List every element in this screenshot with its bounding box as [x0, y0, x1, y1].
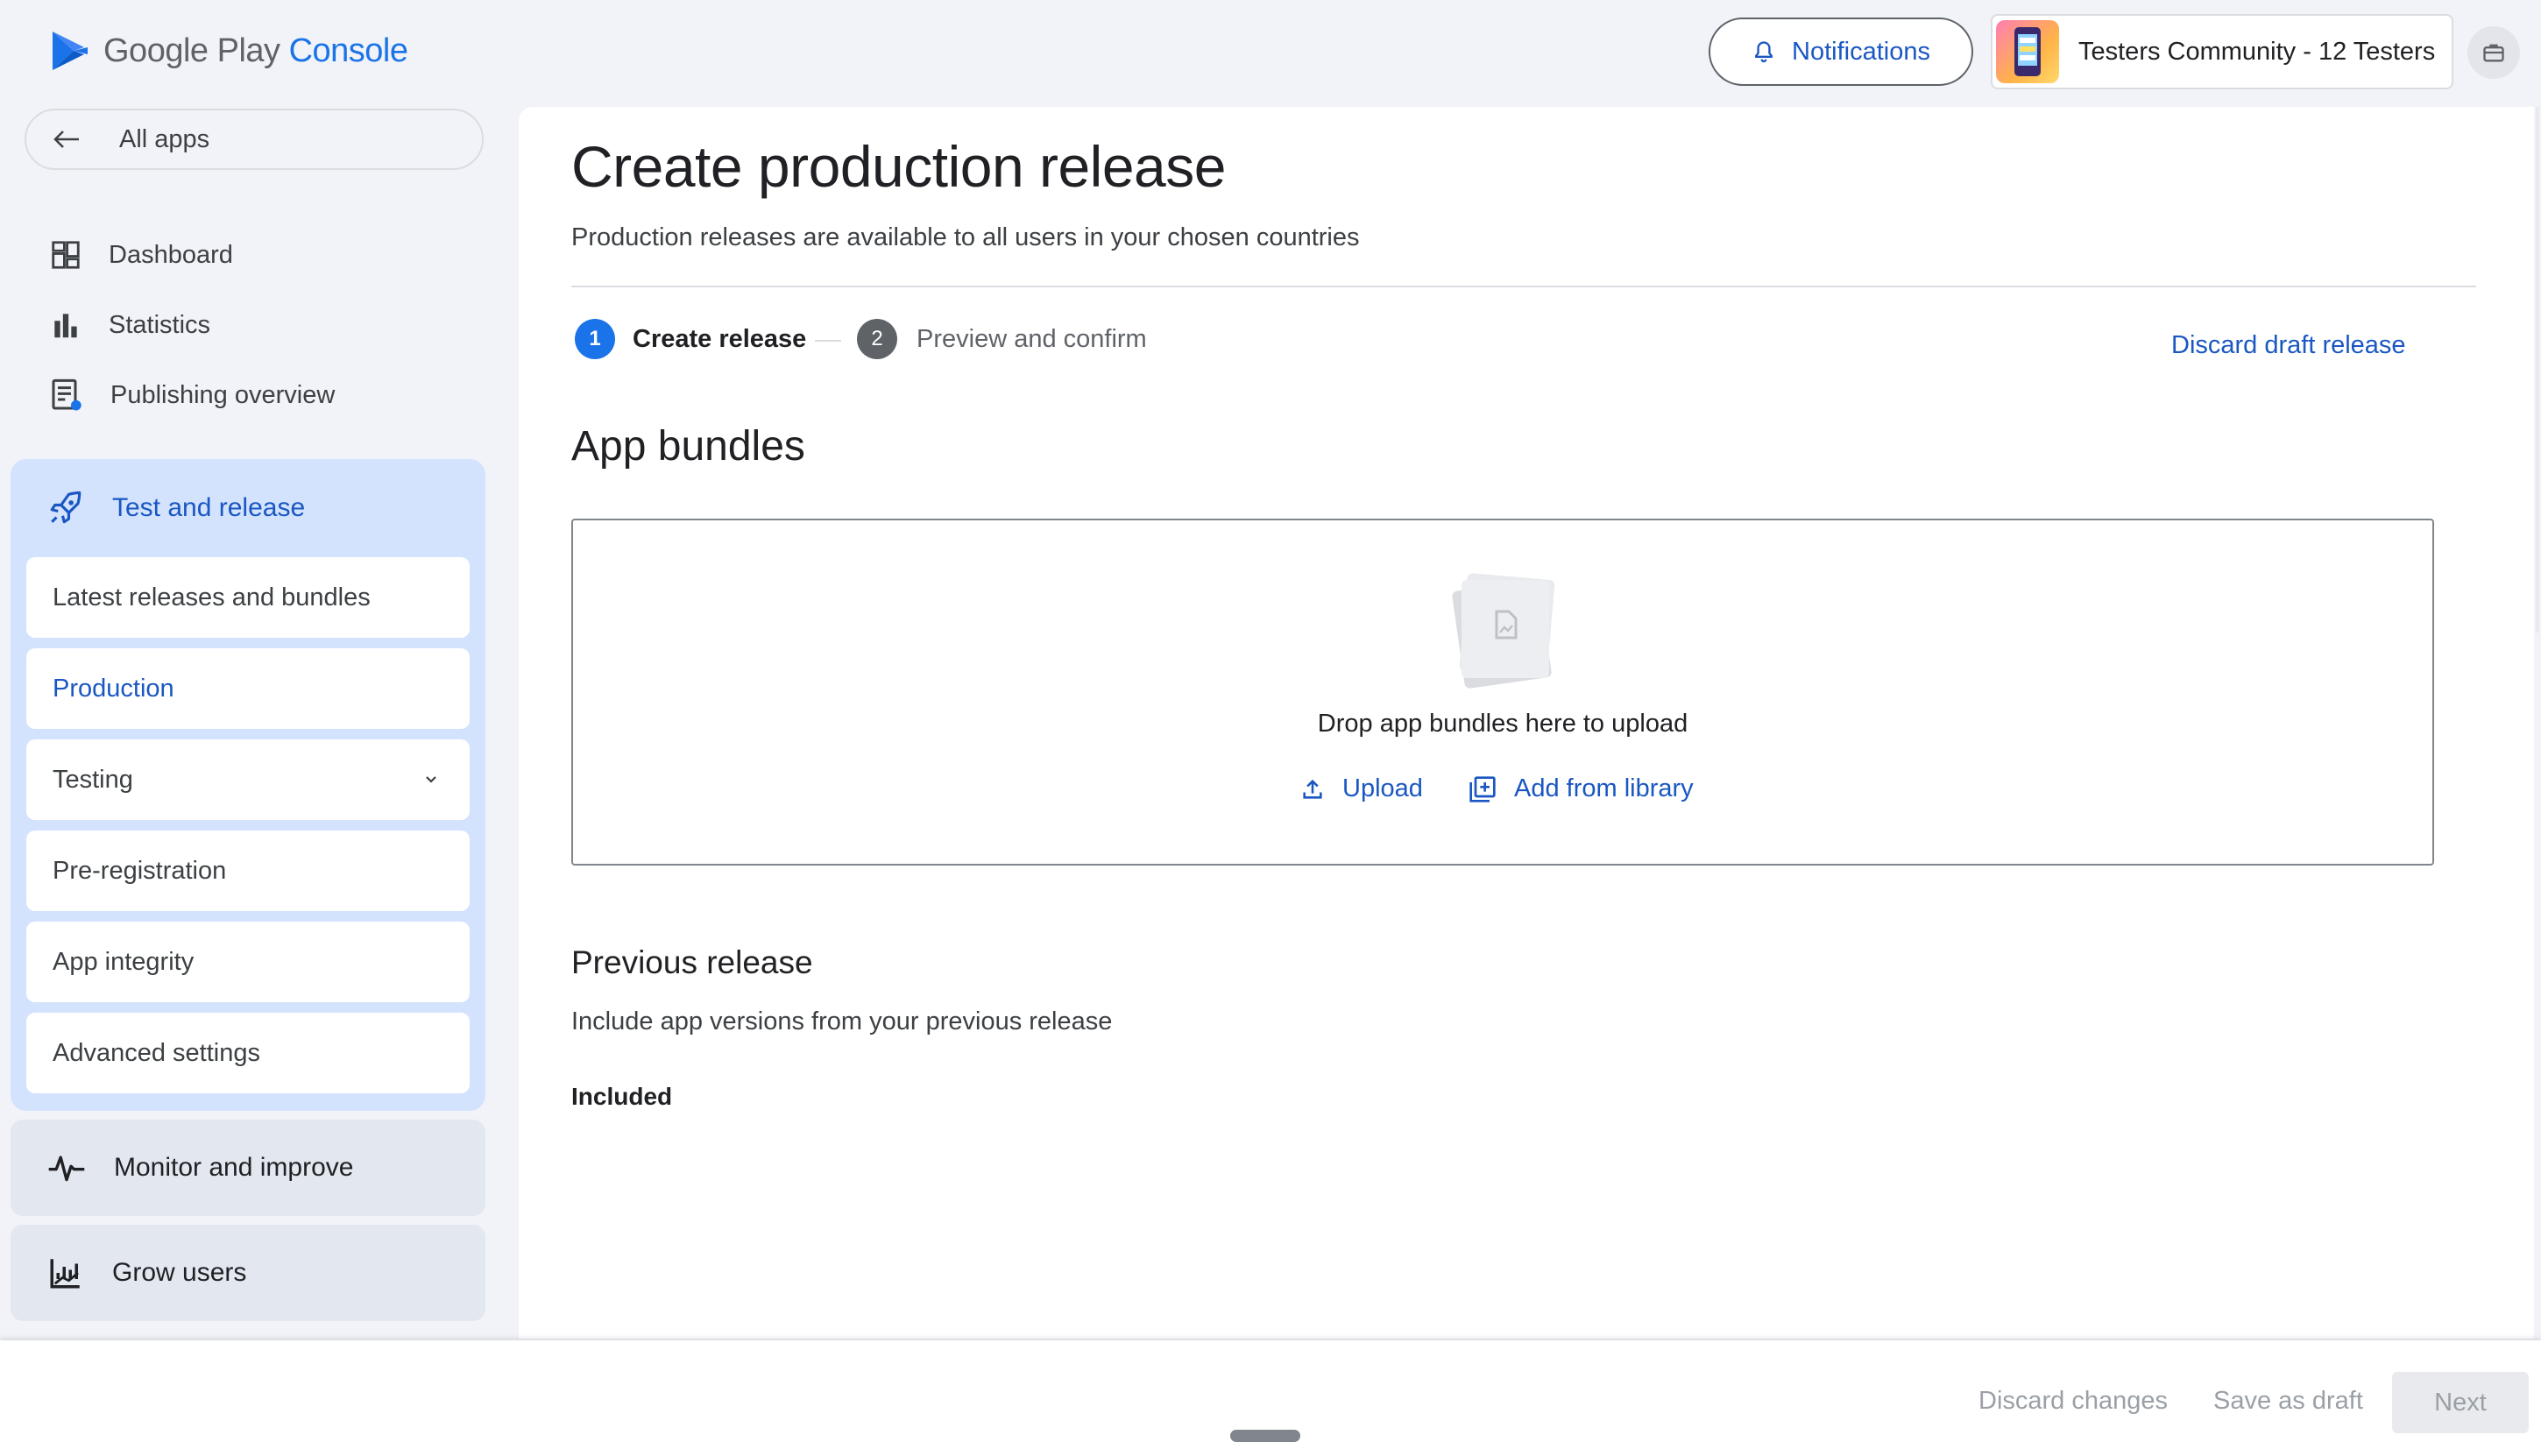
chevron-down-icon[interactable]: [422, 771, 440, 788]
step-create-release[interactable]: 1 Create release: [575, 319, 806, 359]
main-scrollbar[interactable]: [2536, 107, 2539, 633]
logo-google-play: Google Play: [103, 32, 280, 69]
step-number: 2: [857, 319, 897, 359]
sidebar-item-publishing-overview[interactable]: Publishing overview: [25, 366, 484, 424]
app-phone-icon: [2014, 27, 2041, 76]
rocket-icon: [50, 491, 81, 524]
previous-release-description: Include app versions from your previous …: [571, 1007, 1113, 1035]
divider: [571, 286, 2476, 287]
library-add-icon: [1469, 775, 1496, 802]
sidebar-item-monitor-and-improve[interactable]: Monitor and improve: [11, 1120, 485, 1216]
bell-icon: [1755, 41, 1773, 63]
page-title: Create production release: [571, 134, 1226, 199]
sidebar-item-label: Grow users: [112, 1258, 247, 1287]
sidebar-subitem-label: App integrity: [53, 947, 195, 976]
sidebar-item-label: Monitor and improve: [114, 1153, 354, 1182]
all-apps-label: All apps: [119, 124, 210, 153]
pulse-icon: [48, 1156, 85, 1182]
step-label: Preview and confirm: [917, 324, 1147, 353]
notifications-label: Notifications: [1792, 37, 1930, 66]
sidebar-subitem-app-integrity[interactable]: App integrity: [26, 922, 470, 1002]
sidebar-item-test-and-release[interactable]: Test and release: [11, 459, 485, 557]
sidebar-item-dashboard[interactable]: Dashboard: [25, 226, 484, 284]
sidebar-item-grow-users[interactable]: Grow users: [11, 1225, 485, 1321]
file-stack-icon: [1446, 566, 1560, 689]
upload-label: Upload: [1342, 774, 1423, 802]
page-subtitle: Production releases are available to all…: [571, 223, 1360, 251]
sidebar-item-label: Test and release: [112, 493, 306, 522]
account-name: Testers Community - 12 Testers: [2078, 37, 2436, 66]
drop-instructions: Drop app bundles here to upload: [1317, 710, 1688, 738]
discard-changes-button[interactable]: Discard changes: [1978, 1387, 2168, 1416]
section-title-previous-release: Previous release: [571, 944, 813, 980]
upload-icon: [1303, 779, 1322, 799]
next-button[interactable]: Next: [2392, 1372, 2529, 1433]
sidebar-subitem-label: Pre-registration: [53, 856, 227, 885]
grow-users-icon: [50, 1259, 80, 1289]
sidebar-item-statistics[interactable]: Statistics: [25, 296, 484, 354]
discard-draft-release-link[interactable]: Discard draft release: [2171, 331, 2406, 360]
logo-text: Google Play Console: [103, 32, 408, 70]
included-label: Included: [571, 1083, 673, 1110]
drag-handle[interactable]: [1230, 1430, 1300, 1442]
sidebar-item-label: Dashboard: [109, 240, 233, 269]
publishing-overview-icon: [52, 378, 81, 411]
dashboard-icon: [52, 241, 80, 269]
step-preview-and-confirm[interactable]: 2 Preview and confirm: [857, 319, 1147, 359]
sidebar-subitem-advanced-settings[interactable]: Advanced settings: [26, 1013, 470, 1093]
app-avatar: [1996, 20, 2059, 83]
arrow-back-icon: [53, 131, 79, 148]
sidebar-subitem-production[interactable]: Production: [26, 648, 470, 729]
add-from-library-button[interactable]: Add from library: [1469, 774, 1694, 803]
help-button[interactable]: [2467, 26, 2520, 79]
play-console-logo-icon: [53, 32, 88, 70]
sidebar-item-label: Publishing overview: [110, 380, 336, 409]
save-as-draft-button[interactable]: Save as draft: [2213, 1387, 2363, 1416]
bar-chart-icon: [54, 314, 77, 338]
sidebar-subitem-label: Advanced settings: [53, 1038, 260, 1067]
sidebar-subitem-pre-registration[interactable]: Pre-registration: [26, 830, 470, 911]
sidebar-subitem-label: Latest releases and bundles: [53, 583, 371, 611]
step-connector: [815, 340, 841, 342]
sidebar-subitem-latest-releases[interactable]: Latest releases and bundles: [26, 557, 470, 638]
account-switcher[interactable]: Testers Community - 12 Testers: [1991, 14, 2453, 89]
sidebar-item-label: Statistics: [109, 310, 211, 339]
all-apps-button[interactable]: All apps: [25, 109, 484, 170]
sidebar-subitem-label: Testing: [53, 765, 133, 794]
step-label: Create release: [633, 324, 807, 353]
step-number: 1: [575, 319, 615, 359]
upload-button[interactable]: Upload: [1300, 774, 1423, 803]
notifications-button[interactable]: Notifications: [1709, 18, 1973, 86]
logo-console: Console: [288, 32, 408, 69]
sidebar-subitem-label: Production: [53, 674, 174, 703]
section-title-app-bundles: App bundles: [571, 423, 805, 470]
briefcase-icon: [2483, 44, 2504, 62]
sidebar-subitem-testing[interactable]: Testing: [26, 739, 470, 820]
google-play-console-logo[interactable]: Google Play Console: [49, 28, 408, 74]
add-from-library-label: Add from library: [1514, 774, 1694, 802]
